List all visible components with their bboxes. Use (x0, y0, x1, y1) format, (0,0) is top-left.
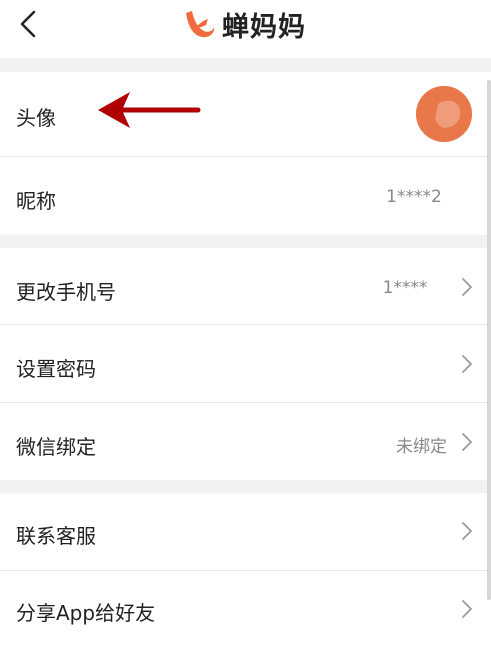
brand: 蝉妈妈 (178, 4, 306, 44)
contact-service-row[interactable]: 联系客服 (0, 493, 491, 570)
phone-value: 1**** (360, 278, 450, 298)
share-app-label: 分享App给好友 (16, 601, 156, 625)
set-password-label: 设置密码 (16, 357, 96, 381)
red-arrow-annotation-icon (98, 92, 201, 128)
chevron-right-icon (462, 433, 472, 451)
avatar-label: 头像 (16, 106, 56, 130)
header-bar: 蝉妈妈 (0, 0, 491, 58)
set-password-row[interactable]: 设置密码 (0, 325, 491, 402)
wechat-bind-row[interactable]: 微信绑定 未绑定 (0, 403, 491, 480)
share-app-row[interactable]: 分享App给好友 (0, 571, 491, 645)
wechat-bind-label: 微信绑定 (16, 435, 96, 459)
chevron-left-icon[interactable] (14, 8, 44, 40)
nickname-row[interactable]: 昵称 1****2 (0, 157, 491, 235)
wechat-bind-status: 未绑定 (396, 437, 447, 457)
chevron-right-icon (462, 355, 472, 373)
chevron-right-icon (462, 522, 472, 540)
scrollbar[interactable] (487, 80, 491, 600)
chevron-right-icon (462, 600, 472, 618)
nickname-label: 昵称 (16, 189, 56, 213)
change-phone-label: 更改手机号 (16, 280, 116, 304)
chanmama-logo-icon (186, 11, 215, 38)
page-title: 蝉妈妈 (222, 11, 306, 43)
avatar-image-icon (416, 86, 472, 142)
contact-service-label: 联系客服 (16, 524, 96, 548)
nickname-value: 1****2 (368, 187, 460, 207)
avatar[interactable] (416, 86, 472, 142)
chevron-right-icon (462, 278, 472, 296)
change-phone-row[interactable]: 更改手机号 1**** (0, 248, 491, 324)
